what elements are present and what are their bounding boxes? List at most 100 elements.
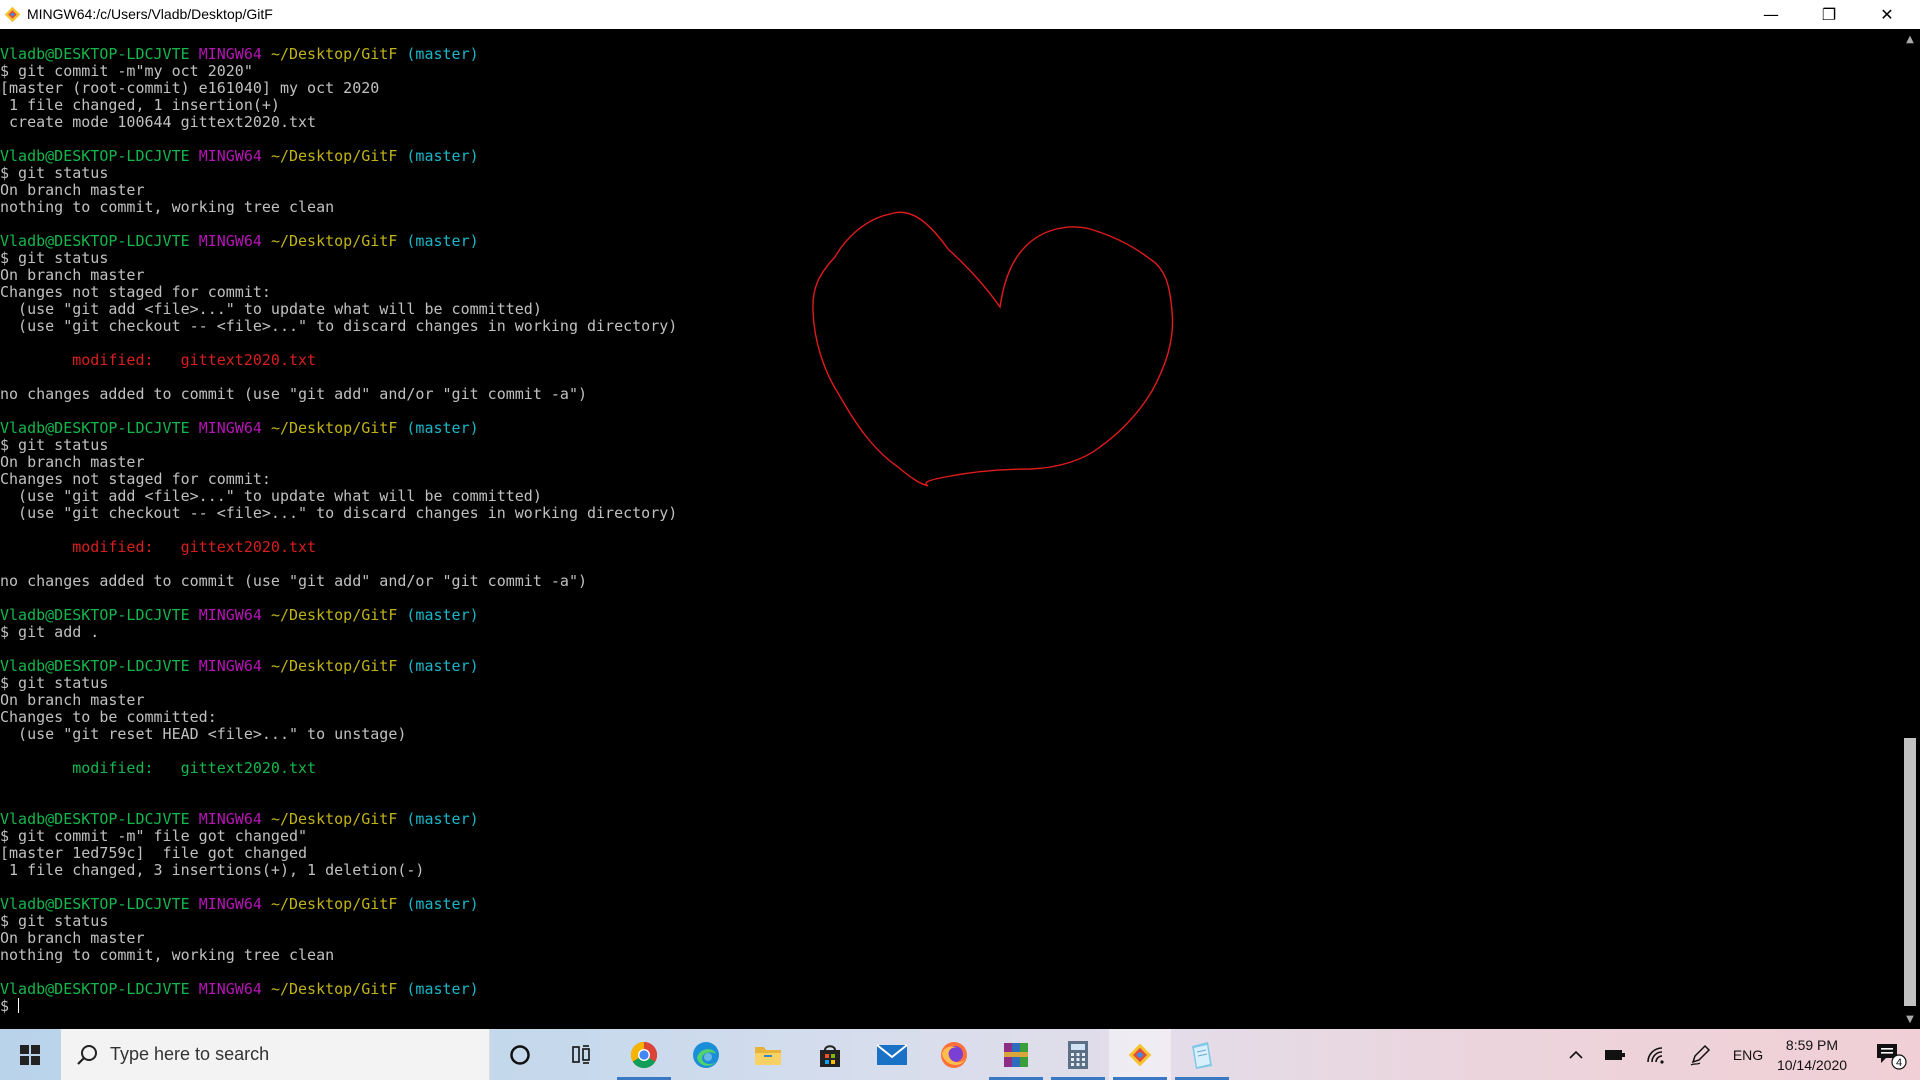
line-text: no changes added to commit (use "git add… (0, 385, 587, 403)
input-line: $ (0, 998, 1900, 1015)
output-line: $ git add . (0, 624, 1900, 641)
cortana-button[interactable] (489, 1029, 551, 1080)
taskbar-calculator[interactable] (1047, 1029, 1109, 1080)
vertical-scrollbar[interactable]: ▲ ▼ (1900, 29, 1920, 1029)
winrar-books-icon (1004, 1042, 1028, 1067)
output-line: 1 file changed, 3 insertions(+), 1 delet… (0, 862, 1900, 879)
prompt-host: MINGW64 (198, 810, 262, 828)
line-text: $ git status (0, 912, 109, 930)
prompt-line: Vladb@DESKTOP-LDCJVTE MINGW64 ~/Desktop/… (0, 46, 1900, 63)
line-text: modified: gittext2020.txt (0, 351, 317, 369)
output-line: $ git status (0, 675, 1900, 692)
output-line: nothing to commit, working tree clean (0, 947, 1900, 964)
prompt-separator (190, 232, 199, 250)
prompt-user: Vladb@DESKTOP-LDCJVTE (0, 810, 190, 828)
window-title: MINGW64:/c/Users/Vladb/Desktop/GitF (27, 6, 273, 22)
chevron-up-icon (1569, 1050, 1583, 1059)
output-line: On branch master (0, 930, 1900, 947)
wifi-icon (1647, 1046, 1664, 1064)
prompt-user: Vladb@DESKTOP-LDCJVTE (0, 232, 190, 250)
firefox-icon (941, 1041, 967, 1068)
line-text: nothing to commit, working tree clean (0, 198, 335, 216)
taskbar-store[interactable] (799, 1029, 861, 1080)
language-indicator[interactable]: ENG (1728, 1029, 1768, 1080)
prompt-path: ~/Desktop/GitF (270, 232, 398, 250)
scroll-down-arrow-icon[interactable]: ▼ (1900, 1009, 1920, 1029)
pen-workspace-button[interactable] (1682, 1029, 1718, 1080)
output-line: $ git status (0, 913, 1900, 930)
prompt-line: Vladb@DESKTOP-LDCJVTE MINGW64 ~/Desktop/… (0, 658, 1900, 675)
taskbar-search-box[interactable]: Type here to search (61, 1029, 490, 1080)
taskbar-file-explorer[interactable] (737, 1029, 799, 1080)
line-text: modified: gittext2020.txt (0, 538, 317, 556)
line-text: On branch master (0, 181, 145, 199)
prompt-line: Vladb@DESKTOP-LDCJVTE MINGW64 ~/Desktop/… (0, 811, 1900, 828)
prompt-separator (190, 980, 199, 998)
output-line: (use "git reset HEAD <file>..." to unsta… (0, 726, 1900, 743)
taskbar-chrome[interactable] (613, 1029, 675, 1080)
prompt-path: ~/Desktop/GitF (270, 980, 398, 998)
prompt-host: MINGW64 (198, 606, 262, 624)
clock-time: 8:59 PM (1785, 1036, 1839, 1053)
prompt-branch: (master) (406, 606, 479, 624)
start-button[interactable] (0, 1029, 60, 1080)
network-status[interactable] (1640, 1029, 1672, 1080)
prompt-separator (262, 657, 271, 675)
notification-icon: 4 (1877, 1043, 1907, 1070)
scrollbar-thumb[interactable] (1904, 738, 1916, 1006)
notepad-icon (1192, 1041, 1212, 1069)
prompt-path: ~/Desktop/GitF (270, 147, 398, 165)
task-view-button[interactable] (551, 1029, 613, 1080)
output-line: no changes added to commit (use "git add… (0, 573, 1900, 590)
line-text: [master (root-commit) e161040] my oct 20… (0, 79, 380, 97)
search-icon (77, 1045, 97, 1065)
line-text: 1 file changed, 3 insertions(+), 1 delet… (0, 861, 425, 879)
prompt-path: ~/Desktop/GitF (270, 419, 398, 437)
prompt-user: Vladb@DESKTOP-LDCJVTE (0, 657, 190, 675)
taskbar-git-bash[interactable] (1109, 1029, 1171, 1080)
prompt-separator (262, 147, 271, 165)
git-bash-app-icon (4, 6, 21, 23)
prompt-separator (190, 419, 199, 437)
line-text: $ git commit -m" file got changed" (0, 827, 308, 845)
output-line: modified: gittext2020.txt (0, 760, 1900, 777)
taskbar: Type here to search ENG 8:59 PM 10/14/20… (0, 1029, 1920, 1080)
prompt-separator (262, 810, 271, 828)
taskbar-edge[interactable] (675, 1029, 737, 1080)
prompt-separator (262, 45, 271, 63)
taskbar-firefox[interactable] (923, 1029, 985, 1080)
battery-status[interactable] (1598, 1029, 1632, 1080)
line-text: On branch master (0, 266, 145, 284)
prompt-path: ~/Desktop/GitF (270, 895, 398, 913)
output-line: [master 1ed759c] file got changed (0, 845, 1900, 862)
action-center-button[interactable]: 4 (1866, 1029, 1916, 1080)
close-button[interactable]: ✕ (1858, 0, 1916, 29)
taskbar-winrar[interactable] (985, 1029, 1047, 1080)
scroll-up-arrow-icon[interactable]: ▲ (1900, 29, 1920, 49)
output-line: On branch master (0, 692, 1900, 709)
restore-button[interactable]: ❐ (1800, 0, 1858, 29)
prompt-user: Vladb@DESKTOP-LDCJVTE (0, 606, 190, 624)
calculator-icon (1068, 1040, 1088, 1069)
notification-count: 4 (1896, 1057, 1902, 1069)
show-hidden-icons-button[interactable] (1562, 1029, 1590, 1080)
prompt-host: MINGW64 (198, 980, 262, 998)
prompt-host: MINGW64 (198, 895, 262, 913)
taskbar-notepad[interactable] (1171, 1029, 1233, 1080)
output-line: 1 file changed, 1 insertion(+) (0, 97, 1900, 114)
heart-icon (812, 211, 1174, 487)
taskbar-mail[interactable] (861, 1029, 923, 1080)
folder-icon (755, 1046, 781, 1065)
system-clock[interactable]: 8:59 PM 10/14/2020 (1770, 1029, 1854, 1080)
line-text: $ git commit -m"my oct 2020" (0, 62, 253, 80)
line-text: On branch master (0, 929, 145, 947)
minimize-button[interactable]: — (1742, 0, 1800, 29)
line-text: $ git add . (0, 623, 100, 641)
terminal-area[interactable]: Vladb@DESKTOP-LDCJVTE MINGW64 ~/Desktop/… (0, 29, 1900, 1029)
